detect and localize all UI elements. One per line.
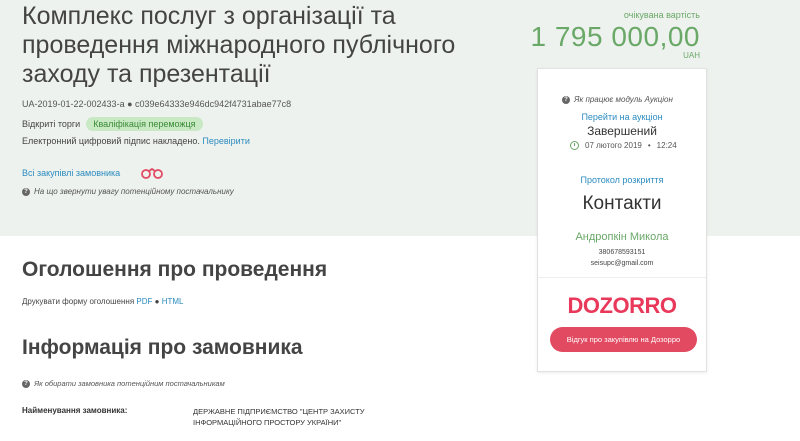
question-icon: ?: [22, 379, 30, 388]
customer-name-value: ДЕРЖАВНЕ ПІДПРИЄМСТВО "ЦЕНТР ЗАХИСТУ ІНФ…: [193, 407, 365, 427]
supplier-hint-text: На що звернути увагу потенційному постач…: [34, 187, 234, 196]
auction-date: 07 лютого 2019: [585, 141, 642, 150]
dozorro-logo: DOZORRO: [567, 293, 677, 318]
signature-row: Електронний цифровий підпис накладено. П…: [22, 136, 250, 146]
clock-icon: [570, 141, 579, 150]
expected-price-label: очікувана вартість: [623, 10, 700, 20]
contact-person-name: Андропкін Микола: [575, 231, 669, 243]
dot-separator: •: [647, 141, 651, 150]
customer-name-label: Найменування замовника:: [22, 406, 128, 415]
expected-price: 1 795 000,00: [530, 21, 700, 52]
pdf-link[interactable]: PDF: [136, 297, 152, 306]
signature-text: Електронний цифровий підпис накладено.: [22, 136, 200, 146]
question-icon: ?: [562, 95, 570, 104]
auction-datetime: 07 лютого 2019 • 12:24: [570, 141, 677, 150]
contacts-heading: Контакти: [582, 193, 662, 214]
go-to-auction-link[interactable]: Перейти на аукціон: [538, 112, 706, 122]
print-form-label: Друкувати форму оголошення: [22, 297, 135, 306]
contact-email: seisupc@gmail.com: [590, 260, 654, 267]
auction-status: Завершений: [587, 124, 657, 138]
html-link[interactable]: HTML: [162, 297, 184, 306]
supplier-hint-row[interactable]: ? На що звернути увагу потенційному пост…: [22, 187, 234, 196]
status-badge: Кваліфікація переможця: [86, 117, 203, 131]
opening-protocol-link[interactable]: Протокол розкриття: [538, 175, 706, 185]
customer-hint-text: Як обирати замовника потенційним постача…: [34, 379, 225, 388]
auction-hint-row[interactable]: ? Як працює модуль Аукціон: [562, 95, 673, 104]
auction-hint-text: Як працює модуль Аукціон: [574, 95, 673, 104]
verify-signature-link[interactable]: Перевірити: [202, 136, 249, 146]
question-icon: ?: [22, 187, 30, 196]
all-customer-purchases-link[interactable]: Всі закупівлі замовника: [22, 168, 120, 178]
customer-info-heading: Інформація про замовника: [22, 336, 303, 359]
auction-time: 12:24: [656, 141, 677, 150]
tender-id: UA-2019-01-22-002433-a ● c039e64333e946d…: [22, 99, 292, 109]
print-form-row: Друкувати форму оголошення PDF ● HTML: [22, 297, 183, 306]
dozorro-review-button[interactable]: Відгук про закупівлю на Дозорро: [550, 327, 697, 352]
customer-hint-row[interactable]: ? Як обирати замовника потенційним поста…: [22, 379, 225, 388]
procurement-status-row: Відкриті торги Кваліфікація переможця: [22, 117, 203, 131]
all-purchases-row: Всі закупівлі замовника: [22, 167, 164, 179]
announcement-heading: Оголошення про проведення: [22, 258, 328, 281]
contact-phone: 380678593151: [598, 249, 646, 256]
link-separator: ●: [154, 297, 160, 306]
auction-contacts-card: ? Як працює модуль Аукціон Перейти на ау…: [537, 68, 707, 372]
card-divider: [538, 277, 706, 278]
price-currency: UAH: [683, 51, 700, 60]
binoculars-icon[interactable]: [140, 167, 164, 179]
procedure-type: Відкриті торги: [22, 119, 81, 129]
